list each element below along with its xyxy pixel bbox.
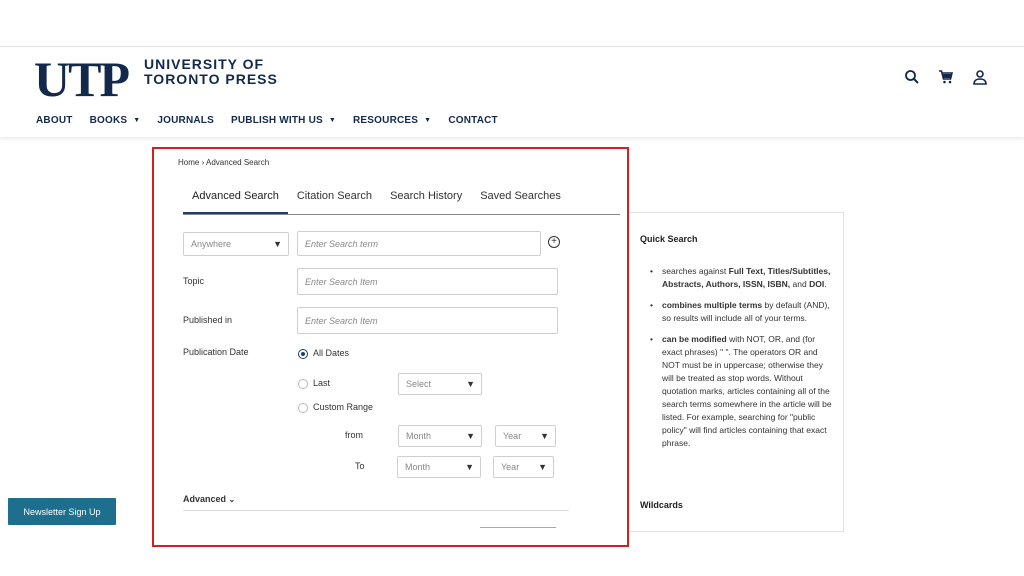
- advanced-divider: [183, 510, 569, 511]
- topic-input[interactable]: Enter Search Item: [297, 268, 558, 295]
- publication-date-label: Publication Date: [183, 347, 249, 357]
- nav-contact[interactable]: CONTACT: [448, 115, 498, 126]
- list-item: combines multiple terms by default (AND)…: [650, 299, 835, 325]
- breadcrumb[interactable]: Home › Advanced Search: [178, 158, 269, 167]
- add-row-icon[interactable]: +: [548, 236, 560, 248]
- top-strip: [0, 0, 1024, 47]
- quick-search-panel: Quick Search searches against Full Text,…: [629, 212, 844, 532]
- nav-label: PUBLISH WITH US: [230, 115, 323, 126]
- all-dates-radio[interactable]: [298, 349, 308, 359]
- from-month-select[interactable]: Month ▼: [398, 425, 482, 447]
- newsletter-signup-button[interactable]: Newsletter Sign Up: [8, 498, 116, 525]
- cutoff-button-edge: [480, 527, 556, 528]
- tab-search-history[interactable]: Search History: [381, 188, 471, 214]
- to-month-select[interactable]: Month ▼: [397, 456, 481, 478]
- bold-text: combines multiple terms: [662, 300, 763, 310]
- logo-mark: UTP: [34, 51, 130, 107]
- nav-label: RESOURCES: [353, 115, 419, 126]
- to-year-select[interactable]: Year ▼: [493, 456, 554, 478]
- to-label: To: [355, 461, 365, 471]
- last-label: Last: [313, 378, 331, 388]
- search-term-input[interactable]: Enter Search term: [297, 231, 541, 256]
- logo-text: UNIVERSITY OF TORONTO PRESS: [144, 57, 278, 87]
- chevron-down-icon: ▼: [133, 117, 141, 124]
- advanced-toggle[interactable]: Advanced ⌄: [183, 494, 235, 504]
- from-year-value: Year: [503, 431, 522, 441]
- chevron-down-icon: ▼: [540, 431, 549, 441]
- list-item: searches against Full Text, Titles/Subti…: [650, 265, 835, 291]
- quick-search-title: Quick Search: [640, 234, 698, 244]
- nav-label: JOURNALS: [157, 115, 214, 126]
- quick-search-list: searches against Full Text, Titles/Subti…: [650, 265, 835, 458]
- main-nav: ABOUT BOOKS ▼ JOURNALS PUBLISH WITH US ▼ R…: [36, 115, 515, 126]
- custom-range-label: Custom Range: [313, 402, 374, 412]
- chevron-down-icon: ▼: [466, 379, 475, 389]
- nav-about[interactable]: ABOUT: [36, 115, 73, 126]
- advanced-label: Advanced: [183, 494, 227, 504]
- bold-text: can be modified: [662, 334, 727, 344]
- list-item: can be modified with NOT, OR, and (for e…: [650, 333, 835, 450]
- utp-logo[interactable]: UTP UNIVERSITY OF TORONTO PRESS: [34, 51, 278, 107]
- text: searches against: [662, 266, 729, 276]
- chevron-down-icon: ▼: [538, 462, 547, 472]
- text: and: [790, 279, 810, 289]
- nav-label: BOOKS: [89, 115, 128, 126]
- nav-journals[interactable]: JOURNALS: [157, 115, 214, 126]
- from-year-select[interactable]: Year ▼: [495, 425, 556, 447]
- search-tabs: Advanced Search Citation Search Search H…: [183, 188, 620, 215]
- wildcards-heading: Wildcards: [640, 500, 683, 510]
- nav-publish[interactable]: PUBLISH WITH US ▼: [231, 115, 336, 126]
- custom-range-radio[interactable]: [298, 403, 308, 413]
- last-select[interactable]: Select ▼: [398, 373, 482, 395]
- chevron-down-icon: ▼: [424, 117, 432, 124]
- to-month-value: Month: [405, 462, 431, 472]
- all-dates-label: All Dates: [313, 348, 350, 358]
- published-in-input[interactable]: Enter Search Item: [297, 307, 558, 334]
- from-month-value: Month: [406, 431, 432, 441]
- published-in-label: Published in: [183, 315, 233, 325]
- last-select-value: Select: [406, 379, 432, 389]
- nav-label: ABOUT: [36, 115, 73, 126]
- logo-line-2: TORONTO PRESS: [144, 71, 278, 87]
- chevron-down-icon: ▼: [273, 239, 282, 249]
- text: .: [824, 279, 827, 289]
- tab-advanced-search[interactable]: Advanced Search: [183, 188, 288, 214]
- to-year-value: Year: [501, 462, 520, 472]
- from-label: from: [345, 430, 363, 440]
- nav-resources[interactable]: RESOURCES ▼: [353, 115, 431, 126]
- account-icon[interactable]: [972, 69, 988, 85]
- site-header: UTP UNIVERSITY OF TORONTO PRESS ABOUT BO…: [0, 47, 1024, 137]
- nav-books[interactable]: BOOKS ▼: [90, 115, 141, 126]
- nav-label: CONTACT: [448, 115, 498, 126]
- chevron-down-icon: ▼: [328, 117, 337, 124]
- chevron-down-icon: ▼: [465, 462, 474, 472]
- scope-select[interactable]: Anywhere ▼: [183, 232, 289, 256]
- scope-select-value: Anywhere: [191, 239, 232, 249]
- search-icon[interactable]: [904, 69, 920, 85]
- cart-icon[interactable]: [938, 69, 954, 85]
- chevron-down-icon: ▼: [466, 431, 475, 441]
- tab-saved-searches[interactable]: Saved Searches: [471, 188, 570, 214]
- chevron-down-icon: ⌄: [228, 495, 236, 504]
- bold-text: DOI: [809, 279, 825, 289]
- topic-label: Topic: [183, 276, 205, 286]
- tab-citation-search[interactable]: Citation Search: [288, 188, 381, 214]
- text: with NOT, OR, and (for exact phrases) " …: [662, 334, 832, 448]
- last-radio[interactable]: [298, 379, 308, 389]
- logo-line-1: UNIVERSITY OF: [144, 56, 265, 72]
- header-icons: [904, 69, 988, 85]
